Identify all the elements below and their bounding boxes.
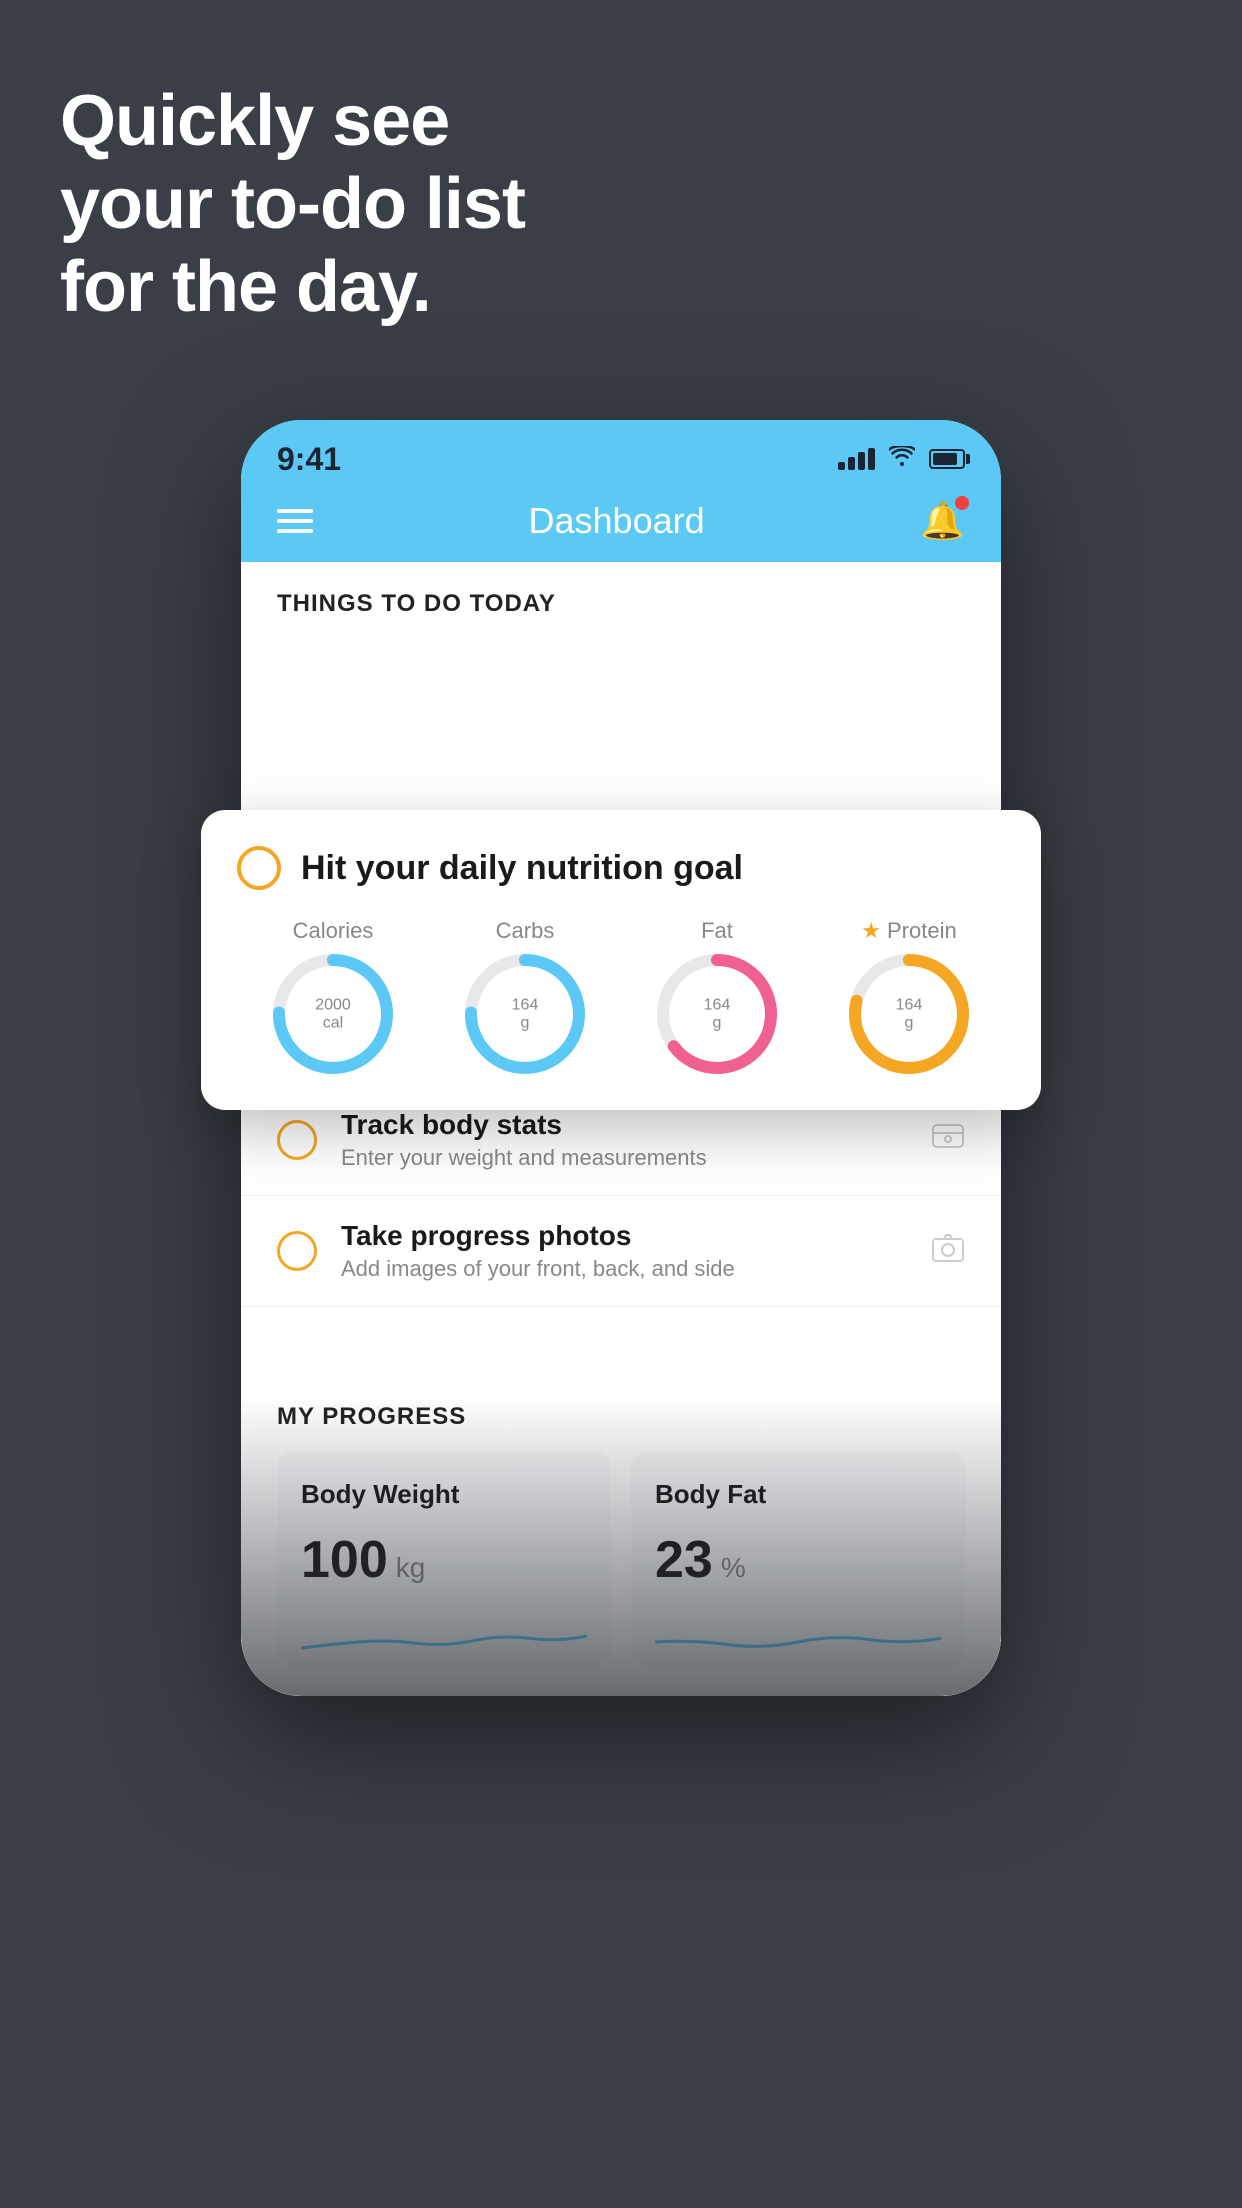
notification-bell[interactable]: 🔔	[920, 500, 965, 542]
body-fat-value: 23	[655, 1530, 713, 1590]
hero-line3: for the day.	[60, 246, 525, 329]
star-icon: ★	[861, 918, 881, 944]
progress-header: MY PROGRESS	[277, 1403, 965, 1431]
status-icons	[838, 446, 965, 472]
carbs-chart: 164 g	[465, 954, 585, 1074]
wifi-icon	[889, 446, 915, 472]
body-fat-card[interactable]: Body Fat 23 %	[631, 1451, 965, 1666]
hero-line2: your to-do list	[60, 163, 525, 246]
progress-section: MY PROGRESS Body Weight 100 kg Body	[241, 1367, 1001, 1696]
body-weight-value: 100	[301, 1530, 388, 1590]
nav-bar: Dashboard 🔔	[241, 490, 1001, 562]
carbs-label: Carbs	[496, 918, 555, 944]
body-fat-title: Body Fat	[655, 1479, 941, 1510]
todo-text-body-stats: Track body stats Enter your weight and m…	[341, 1109, 907, 1171]
nutrition-card: Hit your daily nutrition goal Calories 2…	[201, 810, 1041, 1110]
body-fat-sparkline	[655, 1606, 941, 1666]
hamburger-menu[interactable]	[277, 509, 313, 533]
nav-title: Dashboard	[529, 500, 705, 542]
calories-item: Calories 2000 cal	[273, 918, 393, 1074]
photo-icon	[931, 1230, 965, 1272]
fat-label: Fat	[701, 918, 733, 944]
hero-text: Quickly see your to-do list for the day.	[60, 80, 525, 328]
todo-subtitle: Enter your weight and measurements	[341, 1145, 907, 1171]
nutrition-checkbox[interactable]	[237, 846, 281, 890]
nutrition-circles: Calories 2000 cal Carbs	[237, 918, 1005, 1074]
hero-line1: Quickly see	[60, 80, 525, 163]
calories-label: Calories	[293, 918, 374, 944]
card-header: Hit your daily nutrition goal	[237, 846, 1005, 890]
protein-label: ★ Protein	[861, 918, 956, 944]
body-weight-unit: kg	[396, 1552, 426, 1584]
fat-value: 164 g	[704, 996, 731, 1031]
notification-dot	[955, 496, 969, 510]
todo-subtitle: Add images of your front, back, and side	[341, 1256, 907, 1282]
signal-icon	[838, 448, 875, 470]
todo-title: Track body stats	[341, 1109, 907, 1141]
protein-chart: 164 g	[849, 954, 969, 1074]
list-item[interactable]: Take progress photos Add images of your …	[241, 1196, 1001, 1307]
body-weight-title: Body Weight	[301, 1479, 587, 1510]
calories-value: 2000 cal	[315, 996, 351, 1031]
things-to-do-header: THINGS TO DO TODAY	[241, 562, 1001, 634]
spacer	[241, 1307, 1001, 1367]
protein-item: ★ Protein 164 g	[849, 918, 969, 1074]
carbs-item: Carbs 164 g	[465, 918, 585, 1074]
fat-item: Fat 164 g	[657, 918, 777, 1074]
body-weight-card[interactable]: Body Weight 100 kg	[277, 1451, 611, 1666]
nutrition-card-title: Hit your daily nutrition goal	[301, 849, 743, 888]
battery-icon	[929, 449, 965, 469]
todo-title: Take progress photos	[341, 1220, 907, 1252]
body-fat-value-row: 23 %	[655, 1530, 941, 1590]
status-time: 9:41	[277, 441, 341, 478]
progress-cards: Body Weight 100 kg Body Fat 23	[277, 1451, 965, 1666]
carbs-value: 164 g	[512, 996, 539, 1031]
body-fat-unit: %	[721, 1552, 746, 1584]
calories-chart: 2000 cal	[273, 954, 393, 1074]
todo-text-progress-photos: Take progress photos Add images of your …	[341, 1220, 907, 1282]
protein-value: 164 g	[896, 996, 923, 1031]
scale-icon	[931, 1119, 965, 1162]
phone-content: THINGS TO DO TODAY Running Track your st…	[241, 562, 1001, 1696]
todo-checkbox-body-stats[interactable]	[277, 1120, 317, 1160]
body-weight-sparkline	[301, 1606, 587, 1666]
status-bar: 9:41	[241, 420, 1001, 490]
todo-checkbox-progress-photos[interactable]	[277, 1231, 317, 1271]
body-weight-value-row: 100 kg	[301, 1530, 587, 1590]
fat-chart: 164 g	[657, 954, 777, 1074]
